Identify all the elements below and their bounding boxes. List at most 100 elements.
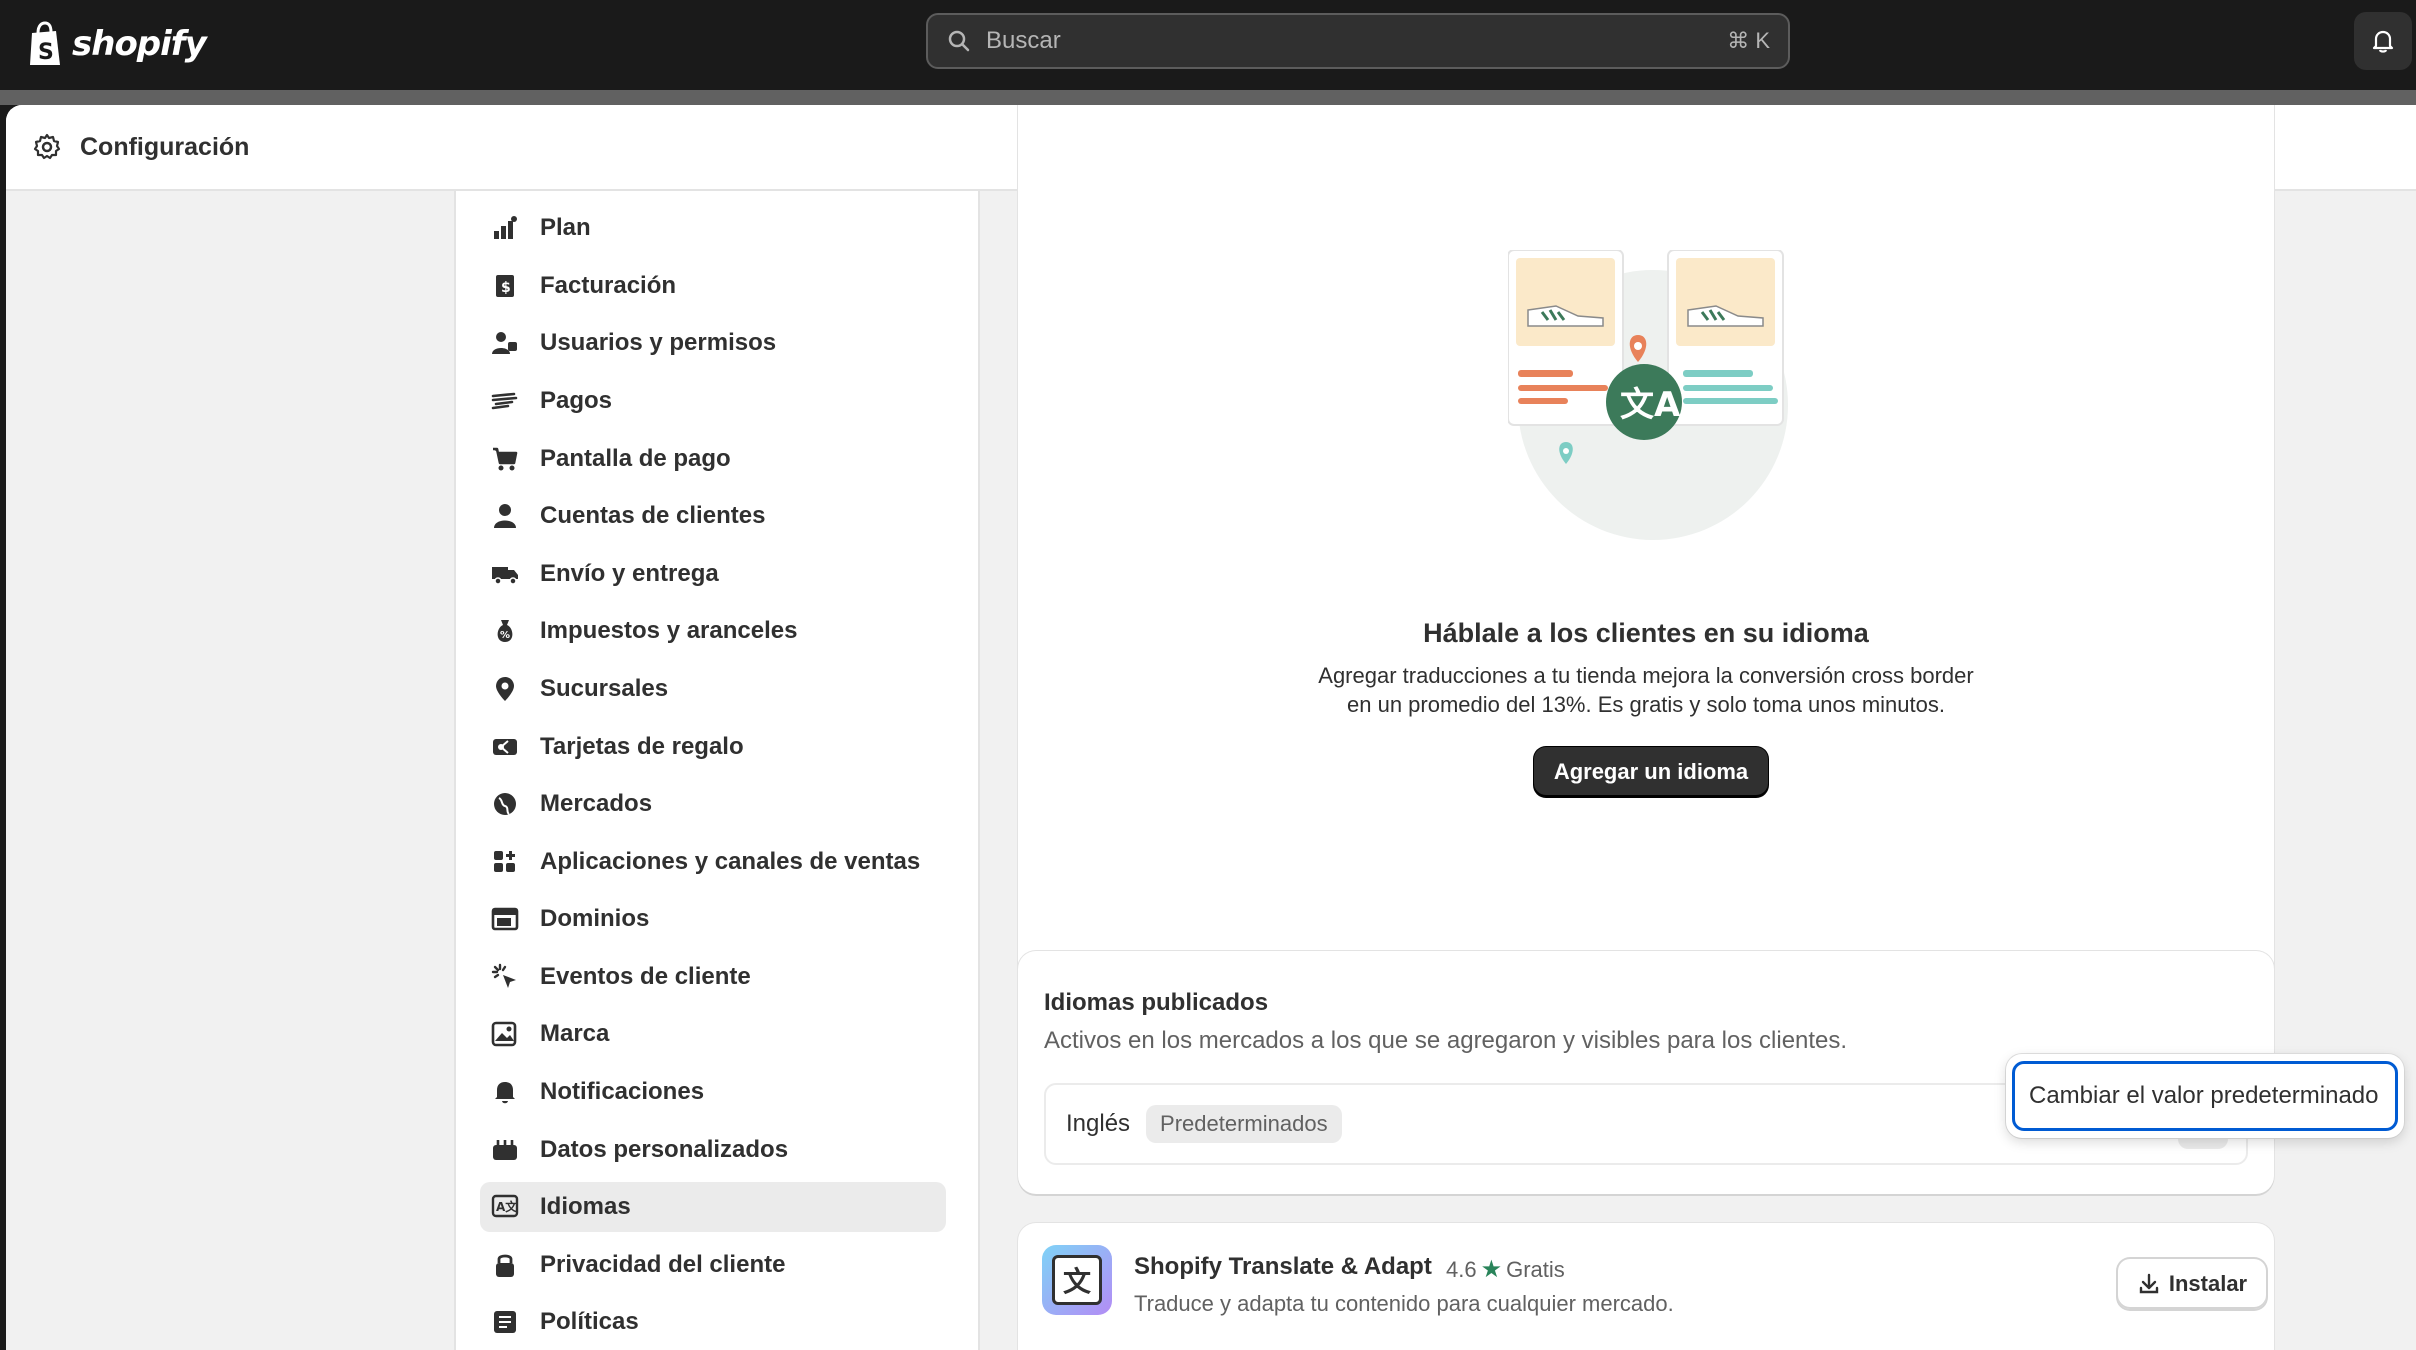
bell-icon [495, 1082, 515, 1104]
empty-state-title: Háblale a los clientes en su idioma [1423, 618, 1869, 648]
language-actions-popover: Cambiar el valor predeterminado [2006, 1054, 2404, 1138]
sidebar-item-label: Datos personalizados [540, 1136, 789, 1163]
billing-icon: $ [496, 275, 514, 297]
translation-illustration: 文A [1508, 250, 1788, 540]
lock-icon [496, 1254, 514, 1277]
payments-icon [491, 392, 518, 410]
tax-icon: % [497, 620, 513, 642]
sidebar-item-billing[interactable]: $ Facturación [480, 261, 946, 311]
sidebar-item-markets[interactable]: Mercados [480, 779, 946, 829]
sidebar-item-label: Notificaciones [540, 1078, 705, 1105]
globe-icon [494, 793, 516, 815]
data-icon [493, 1140, 517, 1160]
sidebar-item-customer-events[interactable]: Eventos de cliente [480, 952, 946, 1002]
empty-state-description: Agregar traducciones a tu tienda mejora … [1318, 663, 1974, 717]
cursor-icon [491, 963, 516, 988]
app-price: Gratis [1506, 1256, 1565, 1282]
gear-icon [33, 133, 61, 160]
sidebar-item-notifications[interactable]: Notificaciones [480, 1067, 946, 1117]
search-icon [948, 30, 970, 52]
app-description: Traduce y adapta tu contenido para cualq… [1134, 1291, 1674, 1316]
sidebar-item-label: Usuarios y permisos [540, 329, 777, 356]
sidebar-item-label: Aplicaciones y canales de ventas [540, 848, 921, 875]
install-label: Instalar [2168, 1271, 2248, 1296]
sidebar-item-taxes[interactable]: % Impuestos y aranceles [480, 606, 946, 656]
sidebar-item-label: Políticas [540, 1308, 639, 1335]
svg-text:A文: A文 [496, 1199, 518, 1214]
sidebar-item-gift-cards[interactable]: Tarjetas de regalo [480, 722, 946, 772]
policy-icon [494, 1311, 516, 1333]
top-divider [0, 90, 2416, 105]
person-icon [494, 504, 516, 528]
sidebar-item-plan[interactable]: Plan [480, 203, 946, 253]
sidebar-item-privacy[interactable]: Privacidad del cliente [480, 1240, 946, 1290]
settings-sidebar: Plan $ Facturación Usuarios y permisos P… [454, 191, 980, 1350]
gift-card-icon [493, 739, 517, 755]
apps-icon [494, 851, 515, 872]
sidebar-item-label: Sucursales [540, 675, 669, 702]
domains-icon [491, 907, 519, 931]
sidebar-item-custom-data[interactable]: Datos personalizados [480, 1125, 946, 1175]
language-name: Inglés [1066, 1110, 1131, 1137]
sidebar-item-label: Marca [540, 1020, 610, 1047]
svg-text:$: $ [501, 280, 511, 296]
sidebar-item-brand[interactable]: Marca [480, 1009, 946, 1059]
translate-glyph-icon: 文 [1052, 1255, 1102, 1305]
sidebar-item-label: Envío y entrega [540, 560, 719, 587]
add-language-button[interactable]: Agregar un idioma [1534, 747, 1768, 797]
sidebar-item-policies[interactable]: Políticas [480, 1297, 946, 1347]
plan-icon [494, 216, 517, 239]
sidebar-item-label: Mercados [540, 790, 653, 817]
sidebar-item-label: Cuentas de clientes [540, 502, 766, 529]
users-icon [492, 332, 517, 354]
page-title: Configuración [80, 132, 250, 161]
shopify-bag-icon: S [30, 21, 60, 65]
search-input[interactable] [986, 27, 1728, 55]
sidebar-item-customer-accounts[interactable]: Cuentas de clientes [480, 491, 946, 541]
top-bar: S shopify ⌘ K [0, 0, 2416, 90]
search-shortcut: ⌘ K [1727, 28, 1770, 53]
app-name[interactable]: Shopify Translate & Adapt [1134, 1253, 1432, 1281]
brand-name: shopify [72, 24, 207, 64]
sidebar-item-label: Impuestos y aranceles [540, 617, 798, 644]
sidebar-item-label: Plan [540, 214, 591, 241]
search-bar[interactable]: ⌘ K [926, 13, 1790, 69]
sidebar-item-label: Tarjetas de regalo [540, 733, 744, 760]
default-badge: Predeterminados [1146, 1105, 1342, 1143]
language-icon: A文 [491, 1194, 518, 1218]
bell-icon [2372, 30, 2394, 53]
sidebar-item-label: Eventos de cliente [540, 963, 751, 990]
cart-icon [493, 447, 518, 471]
sidebar-item-checkout[interactable]: Pantalla de pago [480, 434, 946, 484]
sidebar-item-languages[interactable]: A文 Idiomas [480, 1182, 946, 1232]
published-languages-subtitle: Activos en los mercados a los que se agr… [1044, 1027, 1848, 1054]
languages-empty-state-card: 文A Háblale a los clientes en su idioma A… [1018, 105, 2274, 1020]
app-rating: 4.6 [1446, 1256, 1477, 1282]
sidebar-item-apps[interactable]: Aplicaciones y canales de ventas [480, 837, 946, 887]
sidebar-item-users[interactable]: Usuarios y permisos [480, 318, 946, 368]
app-meta: 4.6 ★ Gratis [1446, 1255, 1565, 1284]
sidebar-item-payments[interactable]: Pagos [480, 376, 946, 426]
published-languages-title: Idiomas publicados [1044, 989, 1269, 1016]
sidebar-item-label: Idiomas [540, 1193, 631, 1220]
brand-icon [491, 1021, 517, 1047]
star-icon: ★ [1480, 1256, 1503, 1283]
settings-panel: Configuración Plan $ Facturación Usuario… [6, 105, 2416, 1350]
sidebar-item-label: Privacidad del cliente [540, 1251, 786, 1278]
sidebar-item-locations[interactable]: Sucursales [480, 664, 946, 714]
translate-app-icon: 文 [1042, 1245, 1112, 1315]
change-default-menu-item[interactable]: Cambiar el valor predeterminado [2012, 1061, 2398, 1131]
sidebar-item-domains[interactable]: Dominios [480, 894, 946, 944]
download-icon [2139, 1273, 2159, 1294]
sidebar-item-label: Pantalla de pago [540, 445, 731, 472]
svg-text:%: % [500, 630, 510, 641]
sidebar-item-label: Pagos [540, 387, 613, 414]
translate-app-card: 文 Shopify Translate & Adapt 4.6 ★ Gratis… [1018, 1223, 2274, 1350]
sidebar-item-label: Facturación [540, 272, 677, 299]
truck-icon [492, 567, 518, 585]
install-button[interactable]: Instalar [2118, 1259, 2266, 1309]
sidebar-item-shipping[interactable]: Envío y entrega [480, 549, 946, 599]
location-icon [496, 677, 514, 701]
shopify-logo[interactable]: S shopify [26, 16, 207, 72]
notifications-button[interactable] [2354, 12, 2412, 70]
